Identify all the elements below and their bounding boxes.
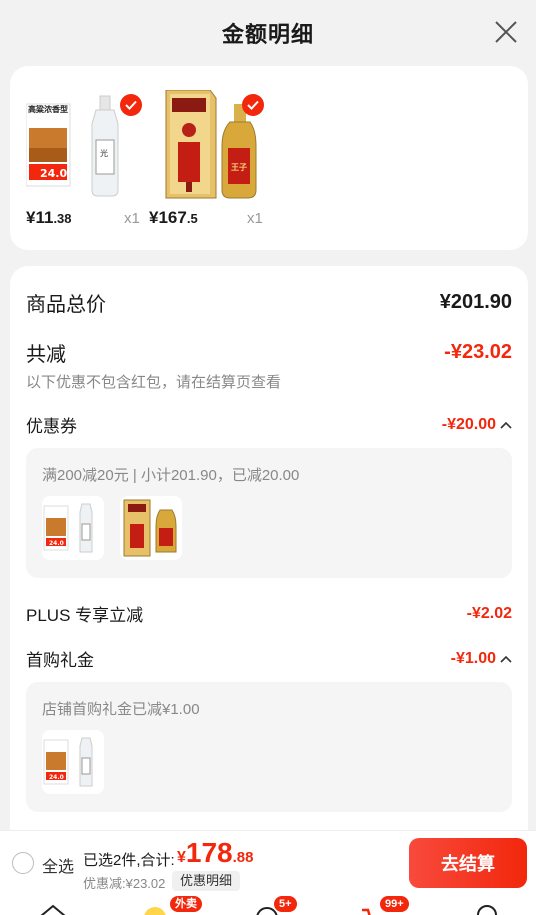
firstbuy-label: 首购礼金 [26,651,94,670]
total-amount: ¥178.88 [177,837,254,868]
total-row: 商品总价 ¥201.90 [26,288,512,317]
coupon-value-wrap[interactable]: -¥20.00 [442,416,512,434]
profile-icon[interactable] [472,900,502,915]
product-qty: x1 [124,210,140,227]
plus-label: PLUS 专享立减 [26,606,144,625]
select-all-label[interactable]: 全选 [42,853,74,877]
checkout-bar: 全选 已选2件,合计: ¥178.88 优惠减:¥23.02 优惠明细 去结算 [0,830,536,894]
svg-text:高粱浓香型: 高粱浓香型 [28,104,68,114]
svg-text:24.0: 24.0 [49,540,64,547]
product-thumb: 24.0 [42,496,104,560]
plus-row: PLUS 专享立减 -¥2.02 [26,601,512,626]
coupon-detail-box: 满200减20元 | 小计201.90，已减20.00 24.0 [26,448,512,578]
svg-text:王子: 王子 [231,163,247,172]
close-icon[interactable] [492,18,520,46]
page-title: 金额明细 [221,22,314,47]
firstbuy-row[interactable]: 首购礼金 -¥1.00 [26,646,512,671]
discount-summary: 优惠减:¥23.02 [83,876,166,891]
product-qty: x1 [247,210,263,227]
total-label: 商品总价 [26,294,106,316]
bottom-tab-bar: 外卖 5+ 99+ [0,894,536,915]
header: 金额明细 [0,0,536,66]
firstbuy-value-wrap[interactable]: -¥1.00 [451,650,512,668]
product-thumb: 24.0 [42,730,104,794]
discount-detail-button[interactable]: 优惠明细 [172,871,241,891]
amount-detail-card: 商品总价 ¥201.90 共减 -¥23.02 以下优惠不包含红包，请在结算页查… [10,266,528,846]
product-price: ¥167.5 [149,208,198,227]
reduce-note: 以下优惠不包含红包，请在结算页查看 [26,374,282,391]
coupon-desc: 满200减20元 | 小计201.90，已减20.00 [42,467,300,484]
firstbuy-detail-box: 店铺首购礼金已减¥1.00 24.0 [26,682,512,812]
chevron-up-icon [500,655,512,663]
svg-text:24.0: 24.0 [40,167,67,180]
firstbuy-value: -¥1.00 [450,649,496,667]
reduce-label: 共减 [26,344,66,366]
coupon-row[interactable]: 优惠券 -¥20.00 [26,412,512,437]
plus-value: -¥2.02 [466,604,512,622]
product-thumb [120,496,182,560]
cart-badge: 99+ [380,896,409,912]
selected-summary: 已选2件,合计: [83,852,175,869]
check-icon[interactable] [120,94,142,116]
products-card: 高粱浓香型 24.0 光 ¥11.38 x1 王子 ¥167.5 x1 [10,66,528,250]
svg-text:光: 光 [100,148,108,158]
total-value: ¥201.90 [439,291,512,313]
coupon-value: -¥20.00 [441,415,496,433]
check-icon[interactable] [242,94,264,116]
checkout-button[interactable]: 去结算 [409,838,527,888]
message-badge: 5+ [274,896,297,912]
product-price: ¥11.38 [26,208,72,227]
takeout-badge: 外卖 [170,896,202,912]
select-all-radio[interactable] [12,852,34,874]
home-icon[interactable] [38,900,68,915]
svg-text:24.0: 24.0 [49,774,64,781]
coupon-label: 优惠券 [26,417,77,436]
reduce-value: -¥23.02 [444,341,512,363]
takeout-icon[interactable] [140,900,170,915]
chevron-up-icon [500,421,512,429]
reduce-row: 共减 -¥23.02 [26,338,512,367]
firstbuy-desc: 店铺首购礼金已减¥1.00 [42,701,200,718]
